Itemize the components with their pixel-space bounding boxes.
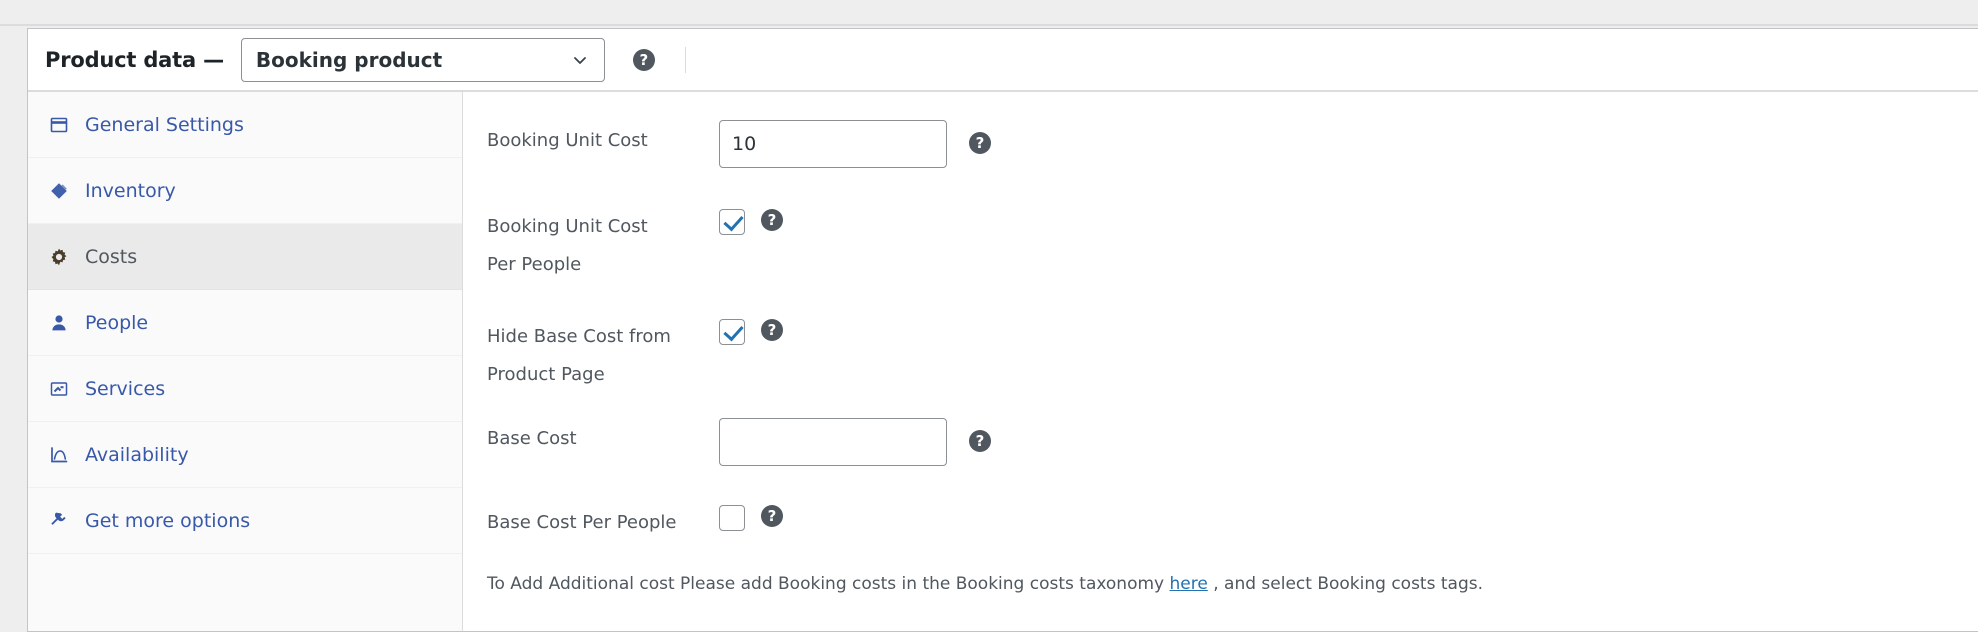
field-row-base-cost: Base Cost ? — [463, 418, 1978, 502]
sidebar-item-label: Inventory — [85, 179, 176, 202]
booking-unit-cost-per-people-label: Booking Unit Cost Per People — [487, 206, 719, 284]
sidebar-item-people[interactable]: People — [28, 290, 462, 356]
base-cost-input[interactable] — [719, 418, 947, 466]
label-line-1: Booking Unit Cost — [487, 216, 648, 237]
base-cost-control: ? — [719, 418, 991, 466]
sidebar-item-costs[interactable]: Costs — [28, 224, 462, 290]
field-row-base-cost-per-people: Base Cost Per People ? — [463, 502, 1978, 572]
costs-panel-content: Booking Unit Cost ? Booking Unit Cost Pe… — [463, 92, 1978, 631]
sidebar-item-label: General Settings — [85, 113, 244, 136]
chevron-down-icon — [573, 56, 586, 64]
product-type-select[interactable]: Booking product — [240, 37, 605, 82]
base-cost-help-icon[interactable]: ? — [969, 430, 991, 452]
booking-unit-cost-label: Booking Unit Cost — [487, 130, 648, 151]
sidebar-item-label: Availability — [85, 443, 189, 466]
window-icon — [46, 112, 72, 138]
product-data-tabs: General Settings Inventory Costs People … — [28, 92, 463, 631]
field-row-hide-base-cost: Hide Base Cost from Product Page ? — [463, 316, 1978, 418]
sidebar-item-availability[interactable]: Availability — [28, 422, 462, 488]
sidebar-item-inventory[interactable]: Inventory — [28, 158, 462, 224]
sidebar-item-label: Get more options — [85, 509, 251, 532]
plug-icon — [46, 508, 72, 534]
sidebar-item-services[interactable]: Services — [28, 356, 462, 422]
person-icon — [46, 310, 72, 336]
tag-icon — [46, 178, 72, 204]
base-cost-per-people-checkbox[interactable] — [719, 505, 745, 531]
product-data-header: Product data — Booking product ? — [28, 29, 1978, 92]
booking-unit-cost-per-people-control: ? — [719, 206, 783, 235]
field-row-booking-unit-cost: Booking Unit Cost ? — [463, 120, 1978, 206]
hide-base-cost-help-icon[interactable]: ? — [761, 319, 783, 341]
field-row-booking-unit-cost-per-people: Booking Unit Cost Per People ? — [463, 206, 1978, 316]
base-cost-label: Base Cost — [487, 428, 577, 449]
booking-unit-cost-per-people-checkbox[interactable] — [719, 209, 745, 235]
sidebar-item-label: Costs — [85, 245, 138, 268]
product-data-metabox-screen: Product data — Booking product ? General… — [0, 0, 1978, 632]
booking-unit-cost-control: ? — [719, 120, 991, 168]
product-data-panel: Product data — Booking product ? General… — [27, 28, 1978, 632]
sidebar-item-general-settings[interactable]: General Settings — [28, 92, 462, 158]
booking-unit-cost-input[interactable] — [719, 120, 947, 168]
page-top-band — [0, 0, 1978, 26]
product-type-help-icon[interactable]: ? — [632, 48, 655, 71]
product-data-body: General Settings Inventory Costs People … — [28, 92, 1978, 631]
base-cost-per-people-control: ? — [719, 502, 783, 531]
booking-costs-taxonomy-link[interactable]: here — [1170, 574, 1208, 594]
label-line-2: Product Page — [487, 364, 605, 385]
base-cost-per-people-label: Base Cost Per People — [487, 512, 677, 533]
card-icon — [46, 376, 72, 402]
label-line-1: Hide Base Cost from — [487, 326, 671, 347]
chart-icon — [46, 442, 72, 468]
booking-unit-cost-help-icon[interactable]: ? — [969, 132, 991, 154]
hide-base-cost-label: Hide Base Cost from Product Page — [487, 316, 719, 394]
booking-unit-cost-per-people-help-icon[interactable]: ? — [761, 209, 783, 231]
base-cost-per-people-help-icon[interactable]: ? — [761, 505, 783, 527]
hide-base-cost-checkbox[interactable] — [719, 319, 745, 345]
note-text-before: To Add Additional cost Please add Bookin… — [487, 574, 1170, 594]
additional-cost-note: To Add Additional cost Please add Bookin… — [463, 572, 1978, 598]
hide-base-cost-control: ? — [719, 316, 783, 345]
header-divider — [684, 46, 686, 73]
sidebar-item-label: People — [85, 311, 149, 334]
page-title: Product data — — [45, 47, 224, 72]
gear-icon — [46, 244, 72, 270]
sidebar-item-label: Services — [85, 377, 166, 400]
label-line-2: Per People — [487, 254, 582, 275]
product-type-select-value: Booking product — [255, 47, 443, 72]
note-text-after: , and select Booking costs tags. — [1207, 574, 1483, 594]
sidebar-item-get-more-options[interactable]: Get more options — [28, 488, 462, 554]
